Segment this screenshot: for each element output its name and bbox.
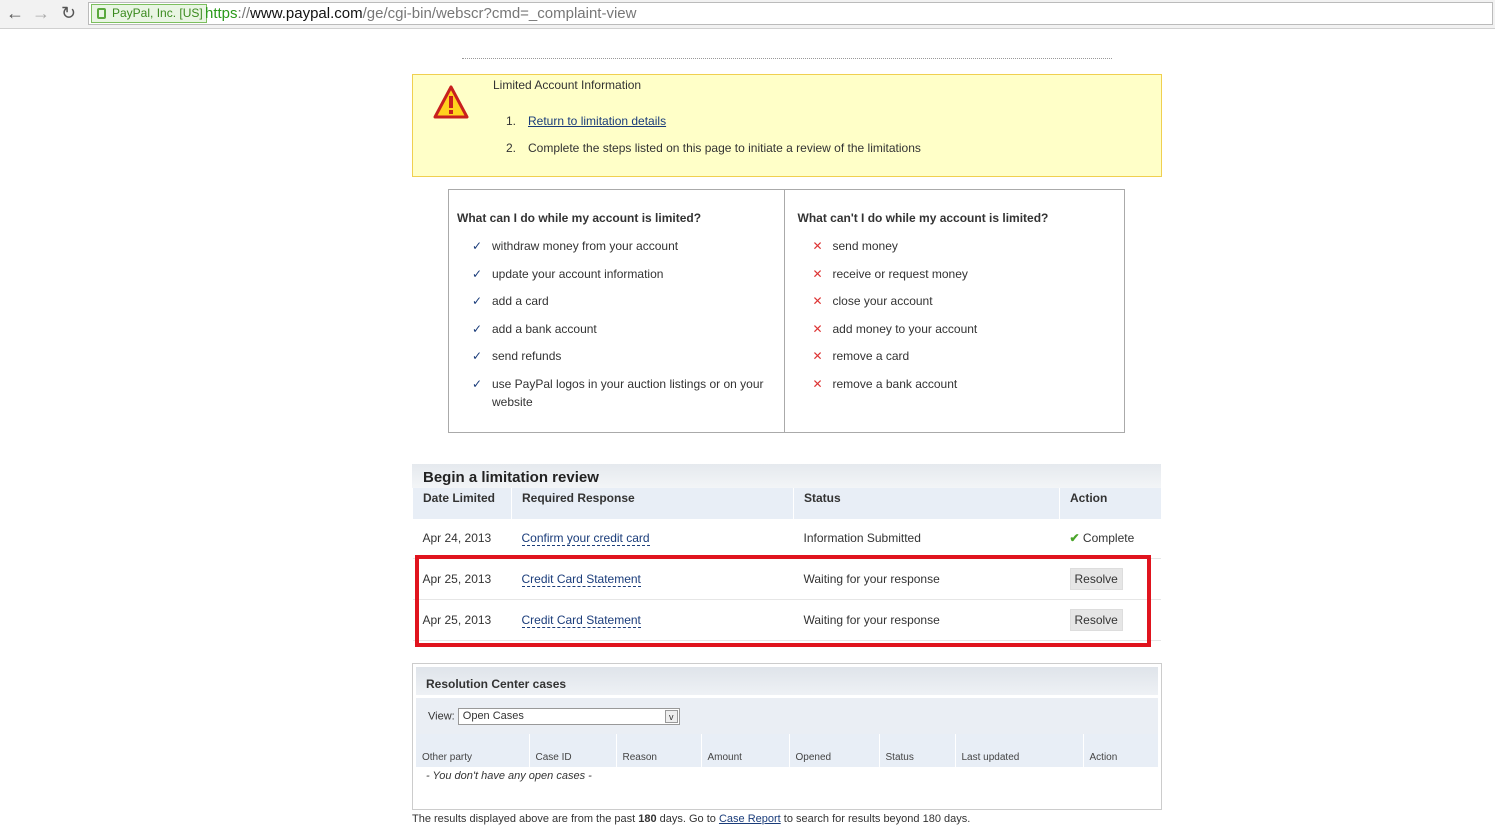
section-title: Resolution Center cases bbox=[416, 667, 1158, 695]
view-select[interactable]: Open Cases v bbox=[457, 708, 680, 725]
blocked-item: ✕ remove a card bbox=[812, 349, 910, 363]
forward-icon[interactable]: → bbox=[32, 3, 50, 24]
chevron-down-icon: v bbox=[664, 710, 678, 723]
notice-step: 1. Return to limitation details bbox=[506, 114, 667, 128]
blocked-item: ✕ receive or request money bbox=[812, 266, 968, 281]
x-icon: ✕ bbox=[812, 266, 823, 281]
resolution-center-cases: Resolution Center cases View: Open Cases… bbox=[412, 663, 1162, 810]
x-icon: ✕ bbox=[812, 239, 823, 253]
browser-toolbar: ← → ↻ PayPal, Inc. [US] https://www.payp… bbox=[0, 0, 1495, 29]
lock-icon bbox=[97, 8, 106, 19]
check-icon: ✓ bbox=[472, 321, 483, 336]
allowed-item: ✓ add a bank account bbox=[472, 321, 597, 336]
notice-step: 2. Complete the steps listed on this page… bbox=[506, 141, 921, 155]
check-icon: ✓ bbox=[472, 376, 483, 391]
blocked-item: ✕ remove a bank account bbox=[812, 376, 958, 391]
x-icon: ✕ bbox=[812, 294, 823, 308]
highlight-annotation bbox=[415, 555, 1151, 647]
section-title: Begin a limitation review bbox=[412, 464, 1161, 488]
limited-account-notice: Limited Account Information 1. Return to … bbox=[412, 74, 1162, 177]
ev-certificate-badge[interactable]: PayPal, Inc. [US] bbox=[91, 4, 207, 23]
allowed-item: ✓ use PayPal logos in your auction listin… bbox=[472, 376, 764, 409]
table-row: Apr 24, 2013 Confirm your credit card In… bbox=[412, 519, 1161, 559]
cannot-do-column: What can't I do while my account is limi… bbox=[783, 190, 1125, 432]
allowed-item: ✓ send refunds bbox=[472, 349, 562, 363]
limitation-permissions: What can I do while my account is limite… bbox=[448, 189, 1125, 433]
cases-table: Other party Case ID Reason Amount Opened… bbox=[416, 734, 1159, 785]
checkmark-icon: ✔ bbox=[1069, 531, 1080, 546]
footer-note: The results displayed above are from the… bbox=[412, 813, 971, 825]
back-icon[interactable]: ← bbox=[6, 3, 24, 24]
check-icon: ✓ bbox=[472, 349, 483, 363]
empty-message: - You don't have any open cases - bbox=[426, 770, 592, 782]
warning-icon bbox=[433, 85, 469, 119]
notice-title: Limited Account Information bbox=[493, 78, 642, 92]
divider bbox=[462, 58, 1112, 59]
return-to-limitation-details-link[interactable]: Return to limitation details bbox=[528, 114, 666, 128]
blocked-item: ✕ add money to your account bbox=[812, 321, 978, 336]
reload-icon[interactable]: ↻ bbox=[61, 3, 76, 24]
address-bar[interactable]: PayPal, Inc. [US] https://www.paypal.com… bbox=[88, 2, 1493, 25]
allowed-item: ✓ add a card bbox=[472, 294, 549, 308]
url-text: https://www.paypal.com/ge/cgi-bin/webscr… bbox=[205, 5, 637, 22]
x-icon: ✕ bbox=[812, 376, 823, 391]
allowed-item: ✓ withdraw money from your account bbox=[472, 239, 679, 253]
allowed-item: ✓ update your account information bbox=[472, 266, 664, 281]
x-icon: ✕ bbox=[812, 321, 823, 336]
confirm-credit-card-link[interactable]: Confirm your credit card bbox=[521, 531, 650, 547]
blocked-item: ✕ send money bbox=[812, 239, 898, 253]
check-icon: ✓ bbox=[472, 294, 483, 308]
check-icon: ✓ bbox=[472, 239, 483, 253]
x-icon: ✕ bbox=[812, 349, 823, 363]
check-icon: ✓ bbox=[472, 266, 483, 281]
case-report-link[interactable]: Case Report bbox=[719, 813, 781, 825]
status-badge: Complete bbox=[1082, 531, 1135, 546]
blocked-item: ✕ close your account bbox=[812, 294, 933, 308]
can-do-column: What can I do while my account is limite… bbox=[449, 190, 784, 432]
view-filter: View: Open Cases v bbox=[416, 698, 1158, 734]
